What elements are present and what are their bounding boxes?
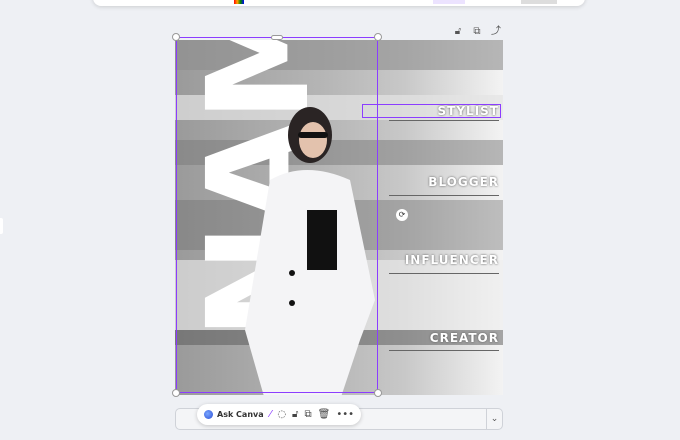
resize-handle[interactable] [374,33,382,41]
role-blogger[interactable]: BLOGGER [428,175,499,189]
side-panel-handle[interactable] [0,218,3,234]
resize-handle[interactable] [374,389,382,397]
rotate-icon[interactable]: ⟳ [396,209,408,221]
toolbar-button[interactable] [521,0,557,4]
role-influencer[interactable]: INFLUENCER [405,253,499,267]
comment-icon[interactable]: ◌ [277,409,286,420]
hover-outline [362,104,501,118]
magic-wand-icon[interactable]: ⁄ [270,409,272,420]
ask-canva-label: Ask Canva [217,410,264,419]
resize-handle[interactable] [172,389,180,397]
canvas-actions: 🔓︎ ⧉ ⤴ [452,26,502,38]
trash-icon[interactable]: 🗑︎ [318,409,331,420]
floating-toolbar: Ask Canva ⁄ ◌ 🔓︎ ⧉ 🗑︎ ••• [197,404,362,425]
add-page-icon[interactable]: ⤴ [490,26,502,38]
resize-handle[interactable] [271,35,283,40]
more-options-icon[interactable]: ••• [336,409,354,420]
canva-ai-icon [204,410,213,419]
role-creator[interactable]: CREATOR [430,331,499,345]
duplicate-icon[interactable]: ⧉ [471,26,483,38]
active-tool-button[interactable] [433,0,465,4]
duplicate-icon[interactable]: ⧉ [305,409,312,420]
chevron-down-icon[interactable]: ⌄ [486,409,502,429]
lock-icon[interactable]: 🔓︎ [292,409,298,420]
color-icon[interactable] [234,0,244,4]
top-toolbar [93,0,585,6]
ask-canva-button[interactable]: Ask Canva [204,410,264,419]
resize-handle[interactable] [172,33,180,41]
lock-icon[interactable]: 🔓︎ [452,26,464,38]
selection-box [176,37,378,393]
